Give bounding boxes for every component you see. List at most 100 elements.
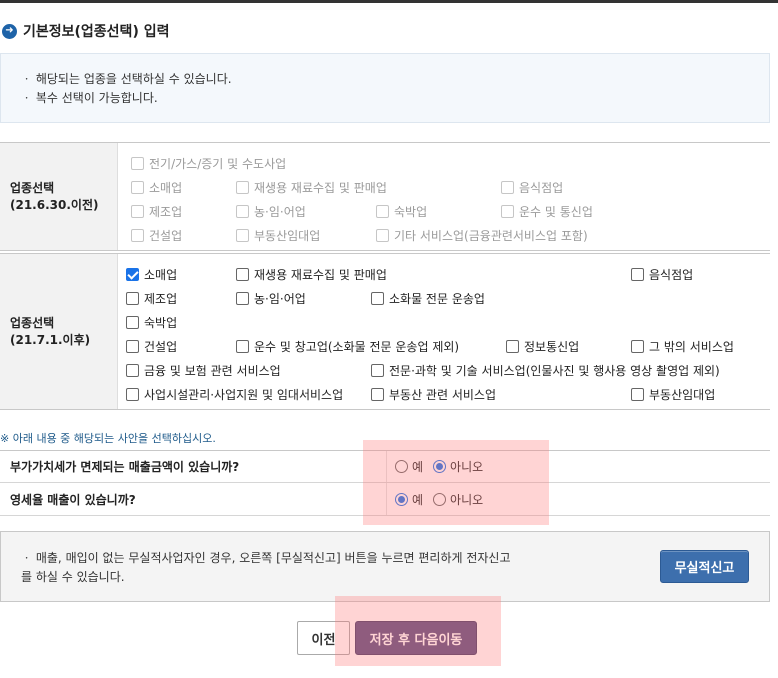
checkbox-label[interactable]: 소화물 전문 운송업 — [389, 290, 485, 307]
no-activity-box: ㆍ 매출, 매입이 없는 무실적사업자인 경우, 오른쪽 [무실적신고] 버튼을… — [0, 531, 770, 602]
checkbox[interactable] — [236, 268, 249, 281]
checkbox-label[interactable]: 재생용 재료수집 및 판매업 — [254, 266, 387, 283]
checkbox-option[interactable]: 전문·과학 및 기술 서비스업(인물사진 및 행사용 영상 촬영업 제외) — [371, 362, 720, 379]
checkbox-label: 음식점업 — [519, 181, 564, 195]
checkbox-option[interactable]: 농·임·어업 — [236, 290, 306, 307]
checkbox-label[interactable]: 정보통신업 — [524, 338, 579, 355]
checkbox-option[interactable]: 부동산 관련 서비스업 — [371, 386, 496, 403]
checkbox-option: 농·임·어업 — [236, 203, 306, 220]
checkbox[interactable] — [631, 388, 644, 401]
checkbox-label[interactable]: 음식점업 — [649, 266, 693, 283]
checkbox[interactable] — [126, 364, 139, 377]
checkbox-option: 전기/가스/증기 및 수도사업 — [131, 155, 286, 172]
checkbox[interactable] — [371, 292, 384, 305]
group-label-title: 업종선택 — [10, 315, 55, 330]
radio-button[interactable] — [433, 460, 447, 473]
prev-button[interactable]: 이전 — [297, 621, 350, 655]
checkbox-option[interactable]: 소매업 — [126, 266, 177, 283]
checkbox-label[interactable]: 부동산임대업 — [649, 386, 715, 403]
checkbox-label[interactable]: 부동산 관련 서비스업 — [389, 386, 496, 403]
checkbox-label[interactable]: 전문·과학 및 기술 서비스업(인물사진 및 행사용 영상 촬영업 제외) — [389, 362, 720, 379]
checkbox[interactable] — [126, 340, 139, 353]
radio-button[interactable] — [395, 460, 408, 473]
checkbox — [501, 181, 514, 194]
checkbox — [236, 205, 249, 218]
checkbox-label: 운수 및 통신업 — [519, 205, 593, 219]
checkbox[interactable] — [126, 292, 139, 305]
checkbox-label[interactable]: 금융 및 보험 관련 서비스업 — [144, 362, 281, 379]
save-and-next-button[interactable]: 저장 후 다음이동 — [355, 621, 477, 655]
checkbox[interactable] — [631, 268, 644, 281]
checkbox-label: 재생용 재료수집 및 판매업 — [254, 181, 387, 195]
radio-group: 예 아니오 — [386, 483, 493, 515]
checkbox-label[interactable]: 운수 및 창고업(소화물 전문 운송업 제외) — [254, 338, 459, 355]
radio-yes[interactable]: 예 — [395, 491, 423, 508]
checkbox — [236, 229, 249, 242]
checkbox-option: 운수 및 통신업 — [501, 203, 593, 220]
notice-line: ㆍ 복수 선택이 가능합니다. — [21, 91, 158, 105]
checkbox-label: 숙박업 — [394, 205, 428, 219]
radio-yes[interactable]: 예 — [395, 458, 423, 475]
checkbox — [501, 205, 514, 218]
checkbox-option[interactable]: 재생용 재료수집 및 판매업 — [236, 266, 387, 283]
checkbox-option: 숙박업 — [376, 203, 427, 220]
radio-label[interactable]: 아니오 — [450, 491, 483, 508]
notice-box: ㆍ 해당되는 업종을 선택하실 수 있습니다. ㆍ 복수 선택이 가능합니다. — [0, 53, 770, 123]
question-text: 부가가치세가 면제되는 매출금액이 있습니까? — [10, 460, 240, 474]
checkbox-option[interactable]: 음식점업 — [631, 266, 693, 283]
checkbox — [131, 157, 144, 170]
checkbox-label: 농·임·어업 — [254, 205, 306, 219]
checkbox[interactable] — [506, 340, 519, 353]
radio-label[interactable]: 예 — [412, 491, 423, 508]
checkbox — [376, 229, 389, 242]
section-heading: ➜ 기본정보(업종선택) 입력 — [2, 20, 169, 42]
checkbox-option[interactable]: 정보통신업 — [506, 338, 579, 355]
checkbox — [376, 205, 389, 218]
checkbox-option[interactable]: 운수 및 창고업(소화물 전문 운송업 제외) — [236, 338, 459, 355]
checkbox-label[interactable]: 숙박업 — [144, 314, 177, 331]
radio-group: 예 아니오 — [386, 451, 493, 482]
checkbox-label: 전기/가스/증기 및 수도사업 — [149, 157, 287, 171]
checkbox-option[interactable]: 소화물 전문 운송업 — [371, 290, 485, 307]
radio-label[interactable]: 아니오 — [450, 458, 483, 475]
checkbox — [131, 229, 144, 242]
checkbox[interactable] — [371, 364, 384, 377]
checkbox-option[interactable]: 숙박업 — [126, 314, 177, 331]
radio-button[interactable] — [395, 492, 408, 506]
checkbox[interactable] — [126, 268, 139, 281]
checkbox-label[interactable]: 농·임·어업 — [254, 290, 306, 307]
radio-no[interactable]: 아니오 — [433, 458, 483, 475]
radio-button[interactable] — [433, 492, 447, 506]
checkbox-option: 음식점업 — [501, 179, 563, 196]
question-row: 영세율 매출이 있습니까? 예 아니오 — [0, 483, 770, 516]
checkbox-option[interactable]: 부동산임대업 — [631, 386, 715, 403]
question-row: 부가가치세가 면제되는 매출금액이 있습니까? 예 아니오 — [0, 450, 770, 483]
checkbox[interactable] — [126, 316, 139, 329]
radio-label[interactable]: 예 — [412, 458, 423, 475]
checkbox-option: 제조업 — [131, 203, 182, 220]
question-text: 영세율 매출이 있습니까? — [10, 492, 136, 507]
checkbox[interactable] — [236, 340, 249, 353]
checkbox-label[interactable]: 사업시설관리·사업지원 및 임대서비스업 — [144, 386, 343, 403]
checkbox[interactable] — [126, 388, 139, 401]
group-label-date: (21.7.1.이후) — [10, 332, 91, 347]
checkbox-label: 건설업 — [149, 229, 183, 243]
checkbox-option[interactable]: 제조업 — [126, 290, 177, 307]
checkbox-option: 건설업 — [131, 227, 182, 244]
checkbox-label[interactable]: 제조업 — [144, 290, 177, 307]
checkbox[interactable] — [631, 340, 644, 353]
checkbox-label[interactable]: 그 밖의 서비스업 — [649, 338, 734, 355]
checkbox-option[interactable]: 그 밖의 서비스업 — [631, 338, 734, 355]
radio-no[interactable]: 아니오 — [433, 491, 483, 508]
checkbox[interactable] — [371, 388, 384, 401]
checkbox-option[interactable]: 금융 및 보험 관련 서비스업 — [126, 362, 281, 379]
instruction-note: ※ 아래 내용 중 해당되는 사안을 선택하십시오. — [0, 432, 216, 445]
checkbox-label: 제조업 — [149, 205, 183, 219]
checkbox[interactable] — [236, 292, 249, 305]
checkbox-label[interactable]: 소매업 — [144, 266, 177, 283]
checkbox-option[interactable]: 건설업 — [126, 338, 177, 355]
checkbox-label[interactable]: 건설업 — [144, 338, 177, 355]
checkbox-option[interactable]: 사업시설관리·사업지원 및 임대서비스업 — [126, 386, 343, 403]
no-activity-report-button[interactable]: 무실적신고 — [660, 550, 749, 583]
checkbox — [236, 181, 249, 194]
